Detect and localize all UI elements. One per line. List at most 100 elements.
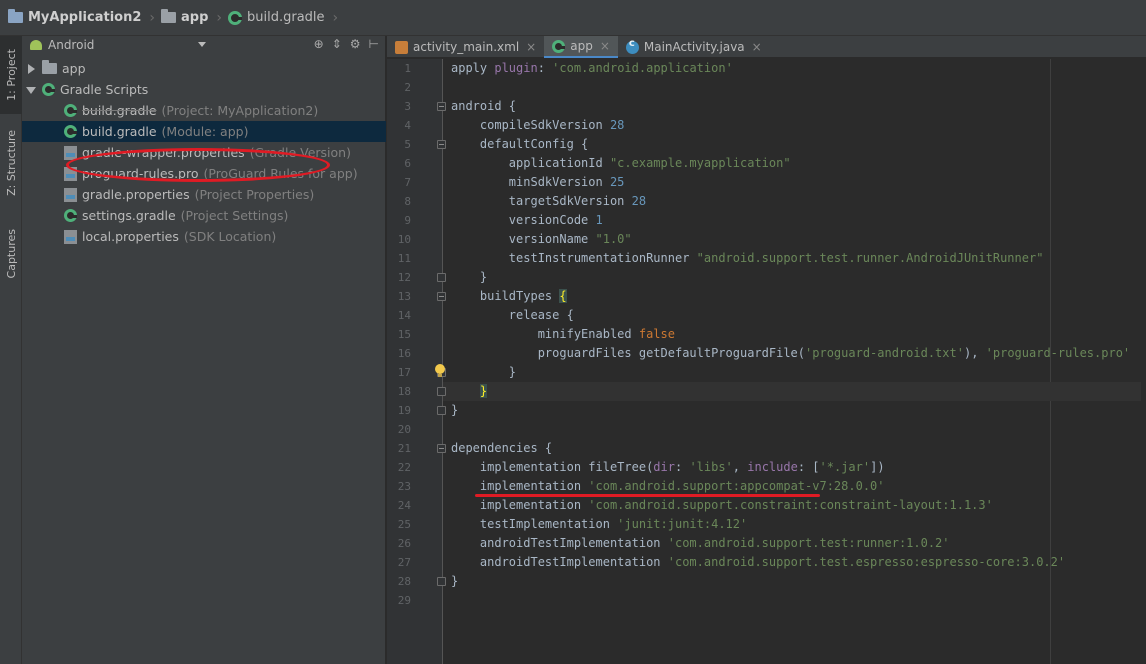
code-token: plugin	[494, 61, 538, 75]
properties-file-icon	[64, 229, 77, 244]
code-token: }	[451, 270, 488, 284]
close-icon[interactable]: ×	[752, 40, 762, 54]
line-number: 8	[404, 195, 411, 208]
code-token: 'com.android.support.constraint:constrai…	[588, 498, 993, 512]
code-line[interactable]: 17 }	[398, 363, 1141, 382]
breadcrumb-module[interactable]: app	[161, 9, 208, 25]
tree-item[interactable]: local.properties (SDK Location)	[22, 226, 386, 247]
fold-marker-icon[interactable]	[437, 102, 446, 111]
collapse-all-icon[interactable]: ⇕	[332, 37, 342, 51]
tab-activity-main-xml[interactable]: activity_main.xml ×	[387, 36, 544, 58]
tab-captures-tool[interactable]: Captures	[0, 216, 22, 292]
code-line[interactable]: 9 versionCode 1	[404, 211, 1141, 230]
code-line[interactable]: 10 versionName "1.0"	[398, 230, 1141, 249]
code-line[interactable]: 27 androidTestImplementation 'com.androi…	[398, 553, 1141, 572]
code-token: implementation	[451, 498, 589, 512]
tree-item[interactable]: settings.gradle (Project Settings)	[22, 205, 386, 226]
tree-item-hint: (SDK Location)	[183, 229, 277, 244]
tree-item[interactable]: gradle.properties (Project Properties)	[22, 184, 386, 205]
tree-item[interactable]: build.gradle (Module: app)	[22, 121, 386, 142]
close-icon[interactable]: ×	[600, 39, 610, 53]
fold-marker-icon[interactable]	[437, 444, 446, 453]
line-number: 6	[404, 157, 411, 170]
view-mode-select[interactable]: Android	[48, 38, 94, 52]
fold-marker-icon[interactable]	[437, 140, 446, 149]
project-panel-header: Android ⊕ ⇕ ⚙ ⊢	[22, 36, 385, 54]
line-number: 3	[404, 100, 411, 113]
hide-panel-icon[interactable]: ⊢	[369, 37, 379, 51]
code-area[interactable]: 1 apply plugin: 'com.android.application'…	[398, 59, 1141, 610]
code-token: ,	[732, 460, 748, 474]
code-line[interactable]: 22 implementation fileTree(dir: 'libs', …	[398, 458, 1141, 477]
code-line[interactable]: 2	[404, 78, 1141, 97]
breadcrumb-project[interactable]: MyApplication2	[8, 9, 141, 25]
code-line[interactable]: 21 dependencies {	[398, 439, 1141, 458]
tree-item[interactable]: build.gradle (Project: MyApplication2)	[22, 100, 386, 121]
code-token: "c.example.myapplication"	[609, 156, 791, 170]
tab-app[interactable]: app ×	[544, 36, 618, 58]
code-line[interactable]: 18 }	[398, 382, 1141, 401]
fold-marker-icon[interactable]	[437, 577, 446, 586]
code-line[interactable]: 14 release {	[398, 306, 1141, 325]
code-line[interactable]: 28}	[398, 572, 1141, 591]
fold-marker-icon[interactable]	[437, 292, 446, 301]
fold-marker-icon[interactable]	[437, 273, 446, 282]
line-number: 9	[404, 214, 411, 227]
editor-tabs: activity_main.xml × app × MainActivity.java ×	[387, 36, 1146, 58]
tree-item[interactable]: Gradle Scripts	[22, 79, 386, 100]
code-token: 1	[595, 213, 603, 227]
code-token: versionCode	[451, 213, 596, 227]
tab-label: MainActivity.java	[643, 40, 745, 54]
code-token: ])	[870, 460, 885, 474]
code-editor[interactable]: 1 apply plugin: 'com.android.application'…	[387, 59, 1146, 664]
line-number: 7	[404, 176, 411, 189]
expand-down-icon[interactable]	[26, 85, 36, 95]
code-line[interactable]: 15 minifyEnabled false	[398, 325, 1141, 344]
code-line[interactable]: 8 targetSdkVersion 28	[404, 192, 1141, 211]
code-line[interactable]: 20	[398, 420, 1141, 439]
project-tool-label: 1: Project	[4, 49, 18, 101]
tab-project-tool[interactable]: 1: Project	[0, 36, 22, 114]
code-token: apply	[451, 61, 495, 75]
code-line[interactable]: 7 minSdkVersion 25	[404, 173, 1141, 192]
code-line[interactable]: 24 implementation 'com.android.support.c…	[398, 496, 1141, 515]
code-line[interactable]: 1 apply plugin: 'com.android.application'	[404, 59, 1141, 78]
line-number: 20	[397, 423, 411, 436]
expand-right-icon[interactable]	[26, 63, 36, 74]
code-line[interactable]: 6 applicationId "c.example.myapplication…	[404, 154, 1141, 173]
code-token: }	[451, 574, 459, 588]
tree-item[interactable]: app	[22, 58, 386, 79]
code-line[interactable]: 11 testInstrumentationRunner "android.su…	[398, 249, 1141, 268]
code-line[interactable]: 5 defaultConfig {	[404, 135, 1141, 154]
code-line[interactable]: 13 buildTypes {	[398, 287, 1141, 306]
tab-mainactivity-java[interactable]: MainActivity.java ×	[618, 36, 770, 58]
code-line[interactable]: 4 compileSdkVersion 28	[404, 116, 1141, 135]
target-icon[interactable]: ⊕	[314, 37, 324, 51]
code-line[interactable]: 12 }	[398, 268, 1141, 287]
code-token: targetSdkVersion	[451, 194, 632, 208]
line-number: 14	[397, 309, 411, 322]
code-line[interactable]: 16 proguardFiles getDefaultProguardFile(…	[398, 344, 1141, 363]
chevron-right-icon: ›	[216, 9, 222, 26]
line-number: 1	[404, 62, 411, 75]
code-token: versionName	[451, 232, 596, 246]
breadcrumb-file[interactable]: build.gradle	[228, 10, 325, 25]
project-panel: Android ⊕ ⇕ ⚙ ⊢ app Gradle Scripts build.g…	[22, 36, 386, 664]
code-line[interactable]: 25 testImplementation 'junit:junit:4.12'	[398, 515, 1141, 534]
code-line[interactable]: 29	[398, 591, 1141, 610]
fold-marker-icon[interactable]	[437, 387, 446, 396]
code-line[interactable]: 3 android {	[404, 97, 1141, 116]
tab-structure-tool[interactable]: Z: Structure	[0, 120, 22, 206]
close-icon[interactable]: ×	[526, 40, 536, 54]
code-token: implementation	[451, 479, 589, 493]
line-number: 13	[397, 290, 411, 303]
code-line[interactable]: 26 androidTestImplementation 'com.androi…	[398, 534, 1141, 553]
gear-icon[interactable]: ⚙	[350, 37, 361, 51]
code-token: 'com.android.support.test:runner:1.0.2'	[667, 536, 950, 550]
lightbulb-icon[interactable]	[435, 364, 445, 378]
chevron-down-icon[interactable]	[198, 42, 206, 47]
fold-marker-icon[interactable]	[437, 406, 446, 415]
code-line[interactable]: 19}	[398, 401, 1141, 420]
code-token: 28	[631, 194, 647, 208]
tree-item-hint: (Project: MyApplication2)	[161, 103, 319, 118]
